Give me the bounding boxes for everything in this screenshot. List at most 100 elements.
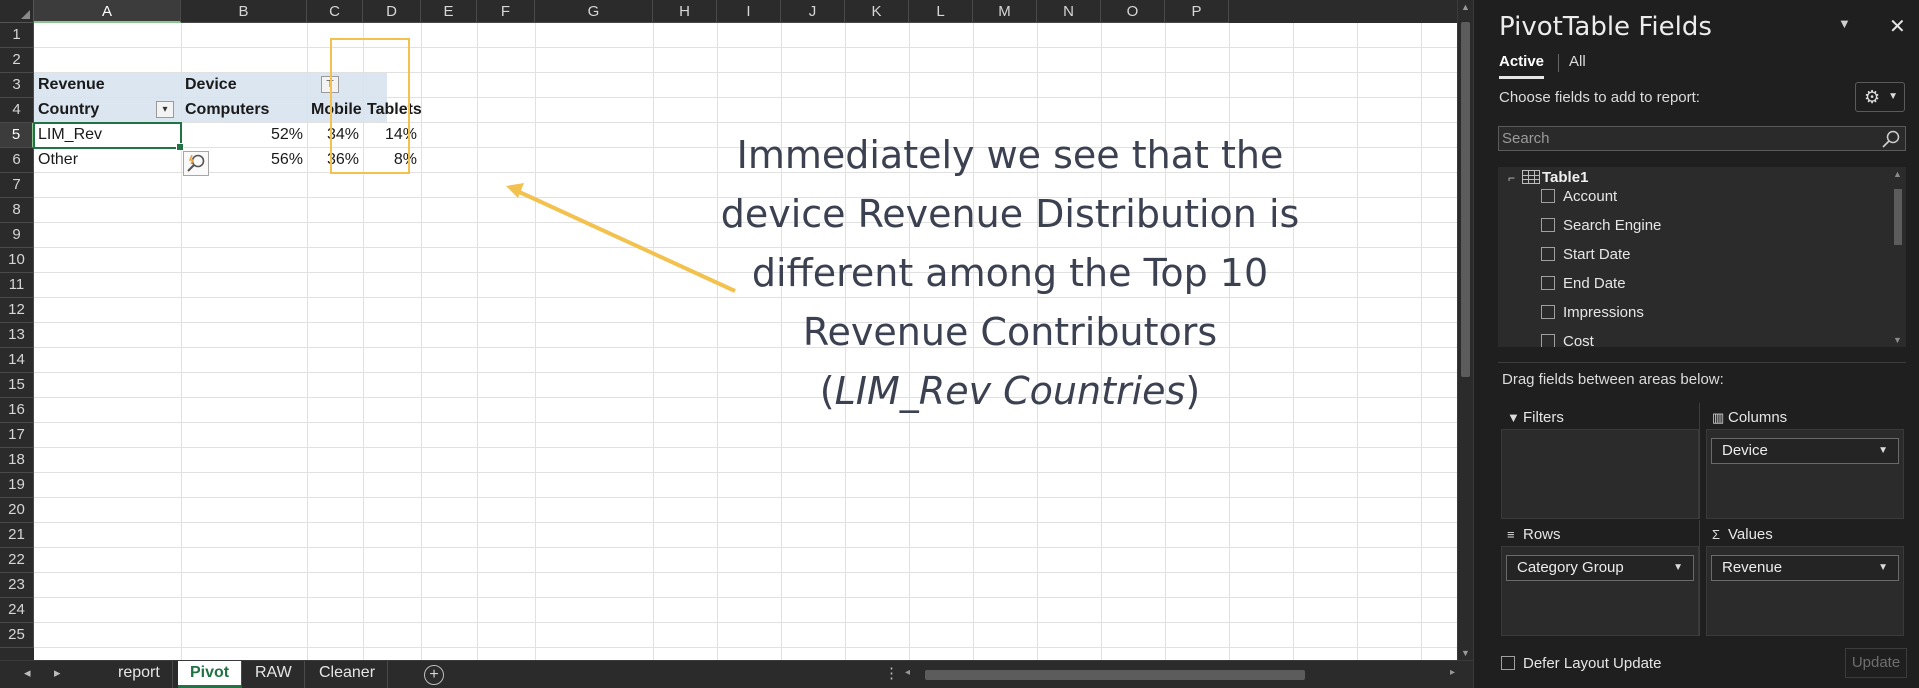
field-checkbox[interactable]	[1541, 189, 1555, 203]
defer-checkbox[interactable]	[1501, 656, 1515, 670]
column-header-h[interactable]: H	[653, 0, 717, 23]
sheet-tab-cleaner[interactable]: Cleaner	[307, 661, 389, 688]
sheet-tab-raw[interactable]: RAW	[243, 661, 305, 688]
row-header[interactable]: 10	[0, 248, 34, 273]
quick-analysis-icon[interactable]	[183, 151, 209, 176]
row-filter-dropdown-icon[interactable]: ▾	[156, 101, 174, 118]
column-header-c[interactable]: C	[307, 0, 363, 23]
column-header-m[interactable]: M	[973, 0, 1037, 23]
select-all-corner[interactable]	[0, 0, 34, 23]
field-list-scroll-thumb[interactable]	[1894, 189, 1902, 245]
values-field-revenue[interactable]: Revenue ▼	[1711, 555, 1899, 581]
scroll-down-icon[interactable]: ▼	[1893, 335, 1902, 345]
tab-active[interactable]: Active	[1499, 53, 1545, 79]
scroll-up-icon[interactable]: ▲	[1893, 169, 1902, 179]
columns-field-device[interactable]: Device ▼	[1711, 438, 1899, 464]
row-header[interactable]: 9	[0, 223, 34, 248]
pivot-value-cell[interactable]: 52%	[181, 123, 307, 147]
column-header-d[interactable]: D	[363, 0, 421, 23]
field-search-box[interactable]	[1498, 126, 1906, 151]
field-item[interactable]: Cost	[1541, 333, 1594, 347]
row-header[interactable]: 8	[0, 198, 34, 223]
scroll-right-icon[interactable]: ▸	[1450, 667, 1455, 678]
column-header-o[interactable]: O	[1101, 0, 1165, 23]
column-header-e[interactable]: E	[421, 0, 477, 23]
field-list-scrollbar[interactable]: ▲ ▼	[1892, 169, 1904, 345]
sheet-tab-report[interactable]: report	[106, 661, 173, 688]
row-header[interactable]: 22	[0, 548, 34, 573]
field-checkbox[interactable]	[1541, 334, 1555, 347]
column-header-n[interactable]: N	[1037, 0, 1101, 23]
field-item[interactable]: Account	[1541, 188, 1617, 205]
field-search-input[interactable]	[1499, 127, 1879, 150]
scroll-thumb[interactable]	[1461, 22, 1470, 377]
column-header-b[interactable]: B	[181, 0, 307, 23]
chevron-down-icon[interactable]: ▼	[1673, 556, 1683, 580]
search-icon[interactable]	[1881, 129, 1901, 149]
rows-field-category-group[interactable]: Category Group ▼	[1506, 555, 1694, 581]
more-options-icon[interactable]: ⋮	[884, 664, 899, 682]
chevron-down-icon[interactable]: ▼	[1878, 439, 1888, 463]
row-header[interactable]: 13	[0, 323, 34, 348]
row-header[interactable]: 18	[0, 448, 34, 473]
field-list[interactable]: ⌐ Table1 Account Search Engine Start Date…	[1498, 167, 1906, 347]
field-item[interactable]: Start Date	[1541, 246, 1631, 263]
sheet-tab-pivot[interactable]: Pivot	[178, 661, 243, 688]
vertical-scrollbar[interactable]: ▲ ▼	[1457, 0, 1473, 660]
column-header-j[interactable]: J	[781, 0, 845, 23]
pivot-col-label-computers[interactable]: Computers	[181, 98, 307, 122]
tab-scroll-left-icon[interactable]: ◂	[24, 665, 31, 681]
row-header[interactable]: 11	[0, 273, 34, 298]
row-header[interactable]: 2	[0, 48, 34, 73]
values-drop-zone[interactable]: Revenue ▼	[1706, 546, 1904, 636]
pivot-columns-header[interactable]: Device	[181, 73, 307, 97]
row-header[interactable]: 20	[0, 498, 34, 523]
row-header[interactable]: 14	[0, 348, 34, 373]
close-icon[interactable]: ✕	[1889, 14, 1906, 39]
field-item[interactable]: Search Engine	[1541, 217, 1661, 234]
row-header[interactable]: 4	[0, 98, 34, 123]
column-header-p[interactable]: P	[1165, 0, 1229, 23]
chevron-down-icon[interactable]: ▼	[1878, 556, 1888, 580]
field-list-settings-button[interactable]: ⚙ ▼	[1855, 82, 1905, 112]
collapse-icon[interactable]: ⌐	[1508, 171, 1518, 185]
scroll-left-icon[interactable]: ◂	[905, 667, 910, 678]
scroll-down-icon[interactable]: ▼	[1461, 648, 1470, 658]
row-header[interactable]: 24	[0, 598, 34, 623]
column-header-k[interactable]: K	[845, 0, 909, 23]
pane-options-dropdown-icon[interactable]: ▼	[1838, 16, 1851, 31]
horizontal-scroll-thumb[interactable]	[925, 670, 1305, 680]
update-button[interactable]: Update	[1845, 648, 1907, 678]
row-header[interactable]: 3	[0, 73, 34, 98]
rows-drop-zone[interactable]: Category Group ▼	[1501, 546, 1699, 636]
tab-all[interactable]: All	[1569, 53, 1586, 76]
column-header-f[interactable]: F	[477, 0, 535, 23]
row-header[interactable]: 7	[0, 173, 34, 198]
column-header-i[interactable]: I	[717, 0, 781, 23]
horizontal-scrollbar[interactable]: ◂ ▸	[905, 667, 1455, 682]
scroll-up-icon[interactable]: ▲	[1461, 2, 1470, 12]
pivot-values-header[interactable]: Revenue	[34, 73, 181, 97]
pivot-row-label[interactable]: Other	[34, 148, 181, 172]
row-header[interactable]: 21	[0, 523, 34, 548]
field-item[interactable]: Impressions	[1541, 304, 1644, 321]
column-header-g[interactable]: G	[535, 0, 653, 23]
row-header[interactable]: 1	[0, 23, 34, 48]
table-node[interactable]: ⌐ Table1	[1508, 169, 1588, 186]
row-header[interactable]: 6	[0, 148, 34, 173]
field-checkbox[interactable]	[1541, 305, 1555, 319]
field-checkbox[interactable]	[1541, 218, 1555, 232]
row-header[interactable]: 23	[0, 573, 34, 598]
filters-drop-zone[interactable]	[1501, 429, 1699, 519]
row-header-selected[interactable]: 5	[0, 123, 34, 148]
field-checkbox[interactable]	[1541, 247, 1555, 261]
worksheet[interactable]: A B C D E F G H I J K L M N O P 1 2 3 4 …	[0, 0, 1457, 660]
columns-drop-zone[interactable]: Device ▼	[1706, 429, 1904, 519]
pane-divider[interactable]	[1498, 362, 1906, 363]
row-header[interactable]: 16	[0, 398, 34, 423]
field-item[interactable]: End Date	[1541, 275, 1626, 292]
row-header[interactable]: 17	[0, 423, 34, 448]
field-checkbox[interactable]	[1541, 276, 1555, 290]
row-header[interactable]: 25	[0, 623, 34, 648]
column-header-l[interactable]: L	[909, 0, 973, 23]
